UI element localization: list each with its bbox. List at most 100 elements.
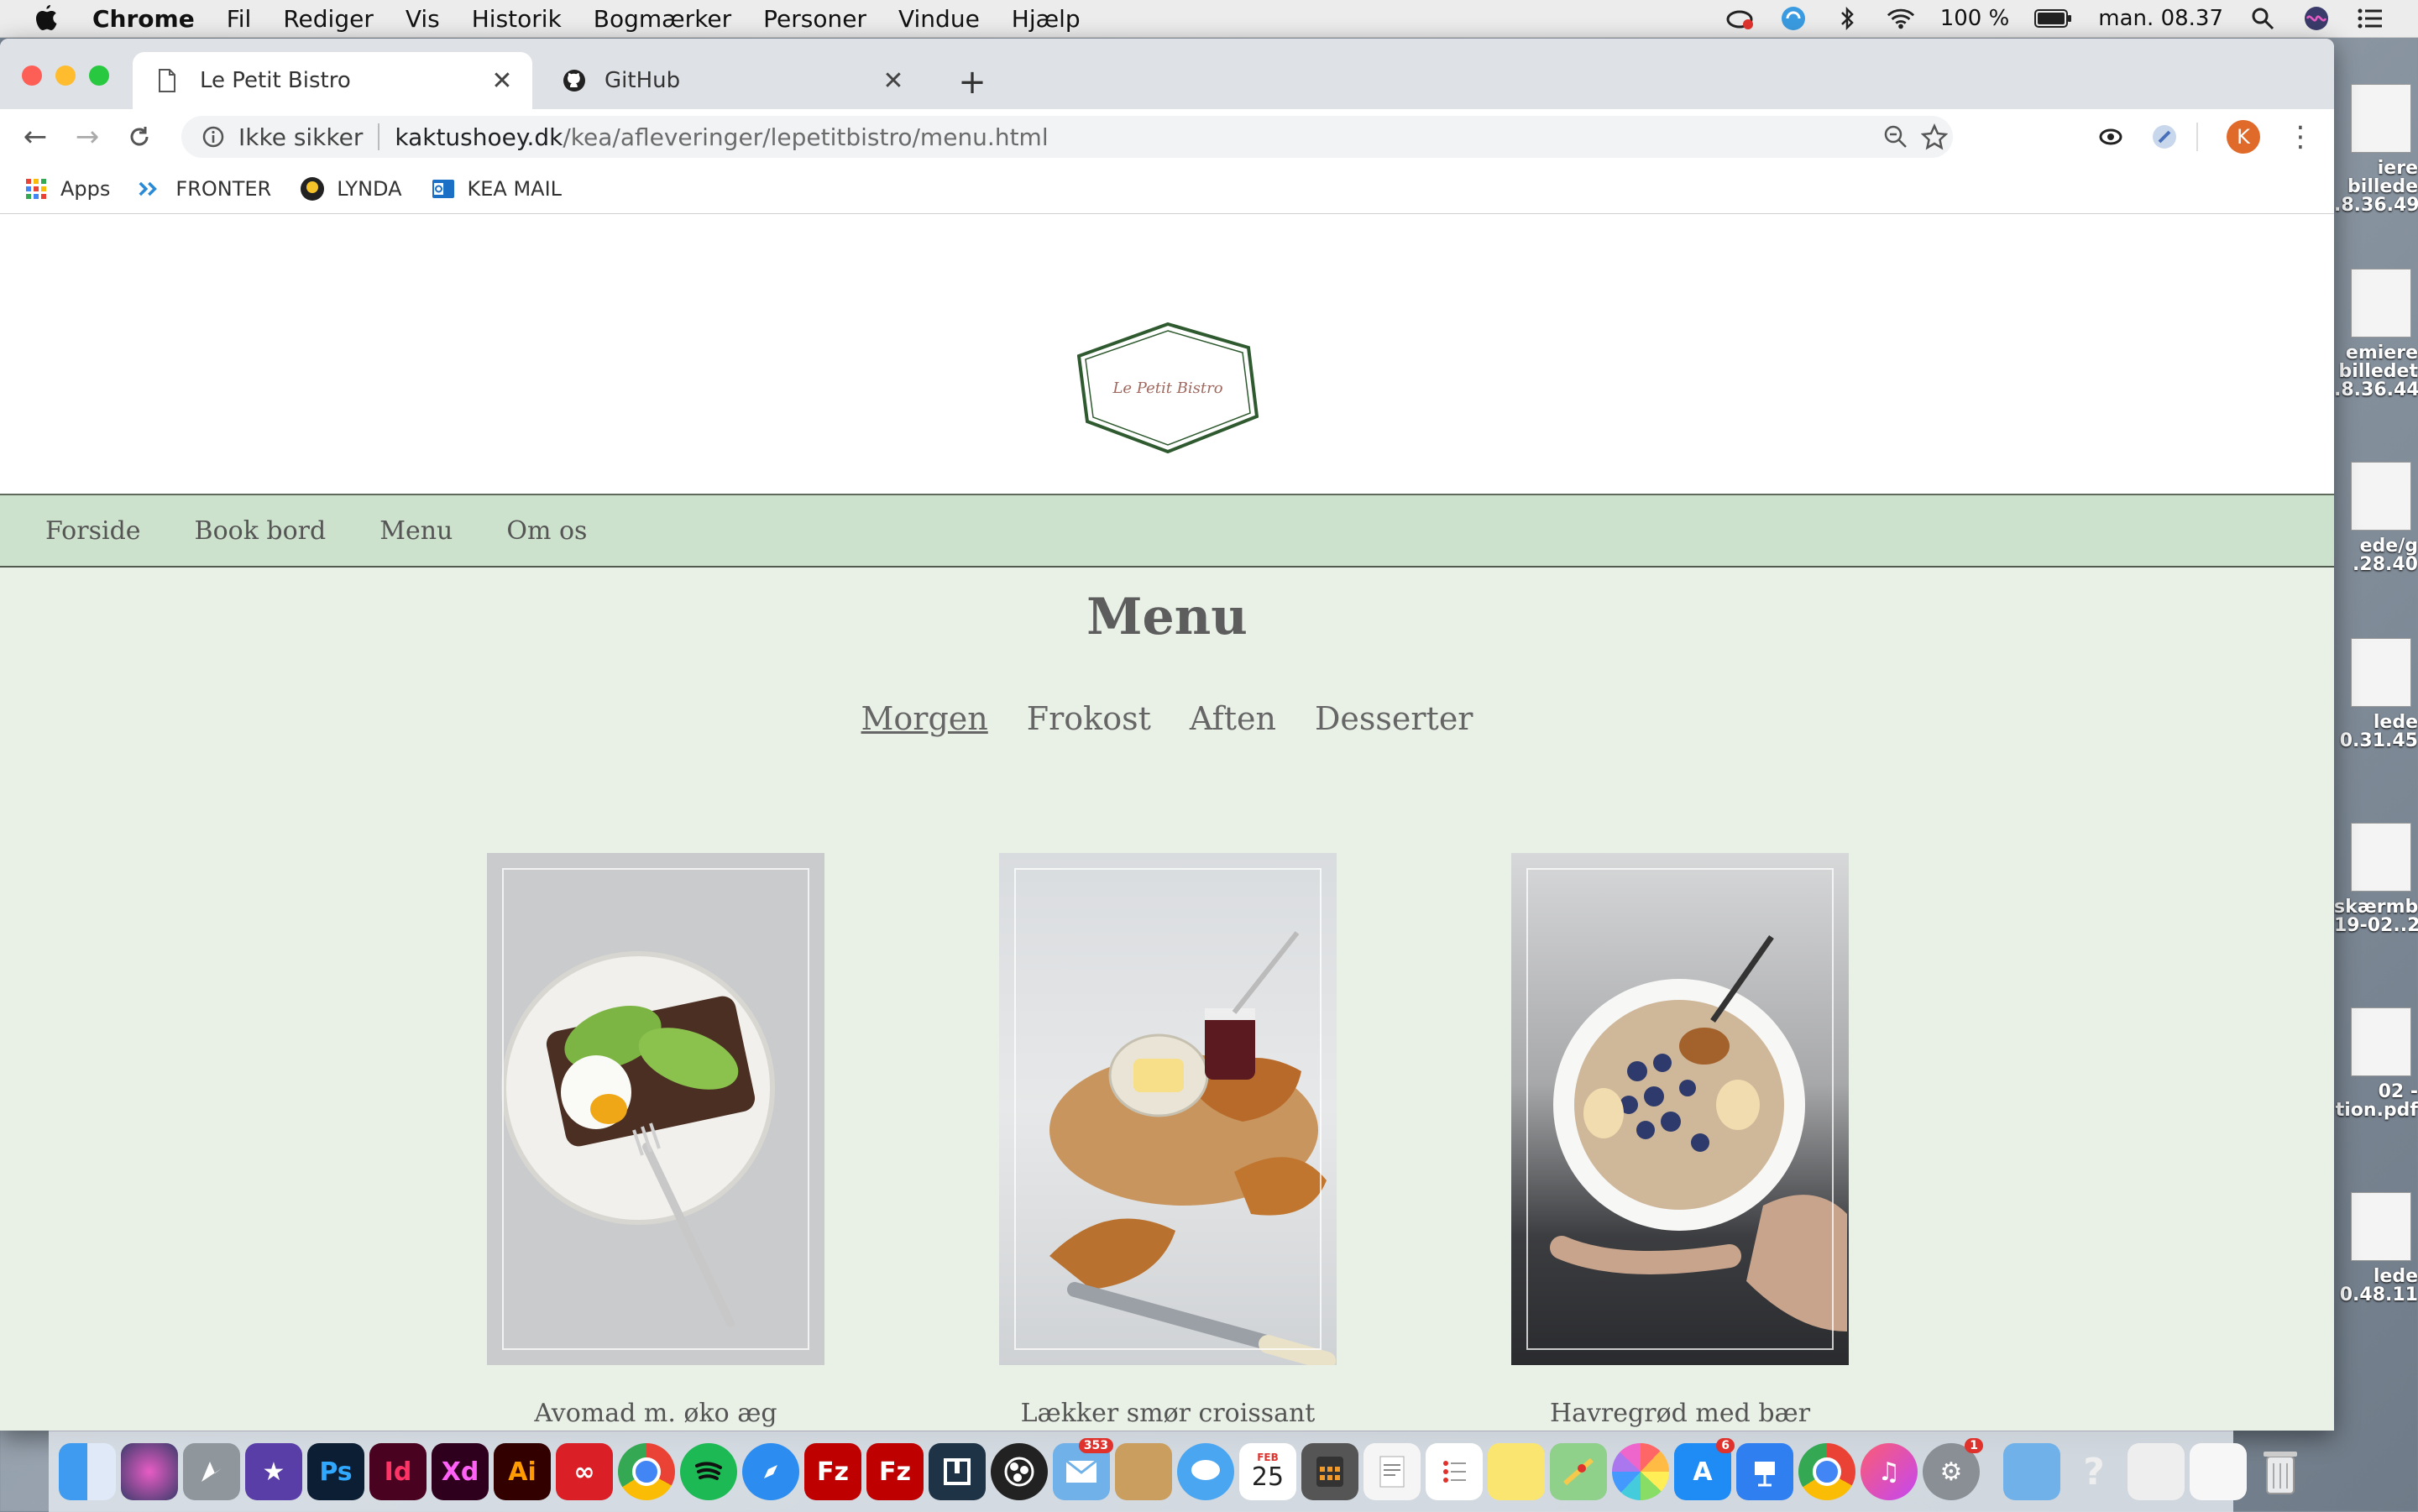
desktop-file[interactable]: emiere billedet .8.36.44 — [2334, 269, 2418, 400]
desktop-file[interactable]: lede 0.31.45 — [2334, 638, 2418, 751]
desktop-file[interactable]: lede 0.48.11 — [2334, 1192, 2418, 1305]
help-icon[interactable]: ? — [2065, 1443, 2122, 1500]
menu-historik[interactable]: Historik — [472, 5, 562, 33]
close-tab-icon[interactable]: ✕ — [880, 66, 907, 96]
bluetooth-icon[interactable] — [1833, 4, 1861, 33]
photos-icon[interactable] — [1612, 1443, 1669, 1500]
creative-cloud-status-icon[interactable] — [1725, 4, 1754, 33]
mail-icon[interactable]: 353 — [1053, 1438, 1113, 1500]
bookmark-kea-mail[interactable]: KEA MAIL — [431, 176, 562, 201]
back-arrow-icon[interactable]: ← — [18, 120, 52, 154]
photoshop-icon[interactable]: Ps — [307, 1443, 364, 1500]
info-icon[interactable] — [202, 125, 225, 149]
menu-vindue[interactable]: Vindue — [898, 5, 980, 33]
security-status-label[interactable]: Ikke sikker — [238, 123, 363, 151]
notes-icon[interactable] — [1115, 1443, 1172, 1500]
navigator-icon[interactable] — [929, 1443, 986, 1500]
dish-card[interactable]: Avomad m. øko æg — [487, 853, 824, 1428]
more-menu-icon[interactable]: ⋮ — [2284, 120, 2317, 154]
tab-github[interactable]: GitHub ✕ — [537, 52, 924, 109]
filezilla-icon[interactable]: Fz — [804, 1443, 861, 1500]
bookmark-apps[interactable]: Apps — [24, 176, 110, 201]
profile-avatar[interactable]: K — [2227, 120, 2260, 154]
bookmark-fronter[interactable]: FRONTER — [139, 176, 271, 201]
tab-morgen[interactable]: Morgen — [861, 700, 988, 737]
reminders-icon[interactable] — [1426, 1443, 1483, 1500]
system-preferences-icon[interactable]: ⚙ 1 — [1923, 1438, 1983, 1500]
minimize-window-button[interactable] — [55, 65, 76, 86]
menu-rediger[interactable]: Rediger — [283, 5, 374, 33]
menubar-clock[interactable]: man. 08.37 — [2098, 6, 2223, 31]
keynote-icon[interactable] — [1736, 1443, 1793, 1500]
indesign-icon[interactable]: Id — [369, 1443, 427, 1500]
tab-aften[interactable]: Aften — [1190, 700, 1276, 737]
tab-desserter[interactable]: Desserter — [1315, 700, 1473, 737]
spotlight-search-icon[interactable] — [2248, 4, 2277, 33]
trash-icon[interactable] — [2252, 1443, 2309, 1500]
dish-photo-avocado-toast[interactable] — [487, 853, 824, 1365]
address-bar[interactable]: Ikke sikker kaktushoey.dk /kea/afleverin… — [181, 116, 1953, 158]
spotify-icon[interactable] — [680, 1443, 737, 1500]
site-logo[interactable]: Le Petit Bistro — [1076, 322, 1259, 454]
close-window-button[interactable] — [22, 65, 42, 86]
document-stack-icon[interactable] — [2128, 1443, 2185, 1500]
messages-icon[interactable] — [1177, 1443, 1234, 1500]
vpn-status-icon[interactable] — [1779, 4, 1808, 33]
extension-icon[interactable] — [2094, 120, 2128, 154]
imovie-icon[interactable]: ★ — [245, 1443, 302, 1500]
siri-icon[interactable] — [121, 1443, 178, 1500]
dish-photo-oatmeal[interactable] — [1511, 853, 1849, 1365]
menu-fil[interactable]: Fil — [227, 5, 252, 33]
textedit-icon[interactable] — [1363, 1443, 1421, 1500]
desktop-file[interactable]: iere billede .8.36.49 — [2334, 84, 2418, 215]
close-tab-icon[interactable]: ✕ — [489, 66, 516, 96]
desktop-file[interactable]: ede/g .28.40 — [2334, 462, 2418, 574]
folder-icon[interactable] — [2003, 1443, 2060, 1500]
bookmark-star-icon[interactable] — [1920, 123, 1949, 150]
new-tab-button[interactable]: + — [954, 63, 991, 102]
desktop-file[interactable]: 02 - tion.pdf — [2334, 1007, 2418, 1120]
creative-cloud-icon[interactable]: ∞ — [556, 1443, 613, 1500]
document-stack-icon[interactable] — [2190, 1443, 2247, 1500]
siri-icon[interactable] — [2302, 4, 2331, 33]
nav-om-os[interactable]: Om os — [506, 516, 587, 546]
forward-arrow-icon[interactable]: → — [71, 120, 104, 154]
maps-icon[interactable] — [1550, 1443, 1607, 1500]
bookmark-lynda[interactable]: LYNDA — [300, 176, 402, 201]
reload-icon[interactable] — [123, 120, 156, 154]
menu-personer[interactable]: Personer — [763, 5, 866, 33]
tab-frokost[interactable]: Frokost — [1027, 700, 1151, 737]
menu-app-chrome[interactable]: Chrome — [92, 5, 195, 33]
nav-book-bord[interactable]: Book bord — [195, 516, 327, 546]
menu-hjaelp[interactable]: Hjælp — [1012, 5, 1081, 33]
calculator-icon[interactable] — [1301, 1443, 1358, 1500]
nav-menu[interactable]: Menu — [379, 516, 453, 546]
desktop-file[interactable]: skærmbi 19-02..2 — [2334, 823, 2418, 935]
dish-card[interactable]: Havregrød med bær — [1511, 853, 1849, 1428]
illustrator-icon[interactable]: Ai — [494, 1443, 551, 1500]
launchpad-icon[interactable] — [183, 1443, 240, 1500]
zoom-window-button[interactable] — [89, 65, 109, 86]
dish-card[interactable]: Lækker smør croissant — [999, 853, 1337, 1428]
dish-photo-croissant[interactable] — [999, 853, 1337, 1365]
safari-icon[interactable] — [742, 1443, 799, 1500]
nav-forside[interactable]: Forside — [45, 516, 141, 546]
menu-bogmaerker[interactable]: Bogmærker — [594, 5, 731, 33]
tab-le-petit-bistro[interactable]: Le Petit Bistro ✕ — [133, 52, 532, 109]
calendar-icon[interactable]: FEB 25 — [1239, 1443, 1296, 1500]
zoom-out-icon[interactable] — [1882, 123, 1909, 150]
battery-icon[interactable] — [2034, 4, 2073, 33]
xd-icon[interactable]: Xd — [432, 1443, 489, 1500]
app-store-icon[interactable]: A 6 — [1674, 1438, 1735, 1500]
wifi-icon[interactable] — [1887, 4, 1915, 33]
itunes-icon[interactable]: ♫ — [1861, 1443, 1918, 1500]
finder-icon[interactable] — [59, 1443, 116, 1500]
filezilla-icon[interactable]: Fz — [866, 1443, 924, 1500]
menu-vis[interactable]: Vis — [406, 5, 440, 33]
stickies-icon[interactable] — [1488, 1443, 1545, 1500]
chrome-icon[interactable] — [618, 1443, 675, 1500]
notification-center-icon[interactable] — [2356, 4, 2384, 33]
extension-icon[interactable] — [2148, 120, 2181, 154]
chrome-icon[interactable] — [1798, 1443, 1855, 1500]
apple-icon[interactable] — [34, 3, 64, 34]
